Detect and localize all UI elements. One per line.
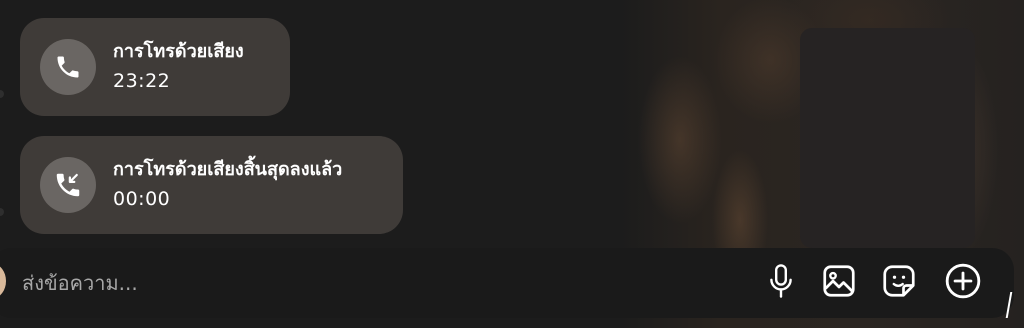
sticker-icon[interactable] <box>880 262 918 300</box>
call-duration: 23:22 <box>113 70 171 92</box>
read-indicator <box>0 90 4 98</box>
phone-icon <box>40 39 96 95</box>
call-message-bubble[interactable]: การโทรด้วยเสียงสิ้นสุดลงแล้ว 00:00 <box>20 136 403 234</box>
call-title: การโทรด้วยเสียง <box>113 41 244 62</box>
missed-call-icon <box>40 157 96 213</box>
message-input[interactable] <box>20 264 724 302</box>
video-overlay-panel <box>800 28 975 248</box>
microphone-icon[interactable] <box>762 262 800 300</box>
add-icon[interactable] <box>944 262 982 300</box>
call-message-bubble[interactable]: การโทรด้วยเสียง 23:22 <box>20 18 290 116</box>
gallery-icon[interactable] <box>820 262 858 300</box>
read-indicator <box>0 208 4 216</box>
call-duration: 00:00 <box>113 188 171 210</box>
call-title: การโทรด้วยเสียงสิ้นสุดลงแล้ว <box>113 159 343 180</box>
